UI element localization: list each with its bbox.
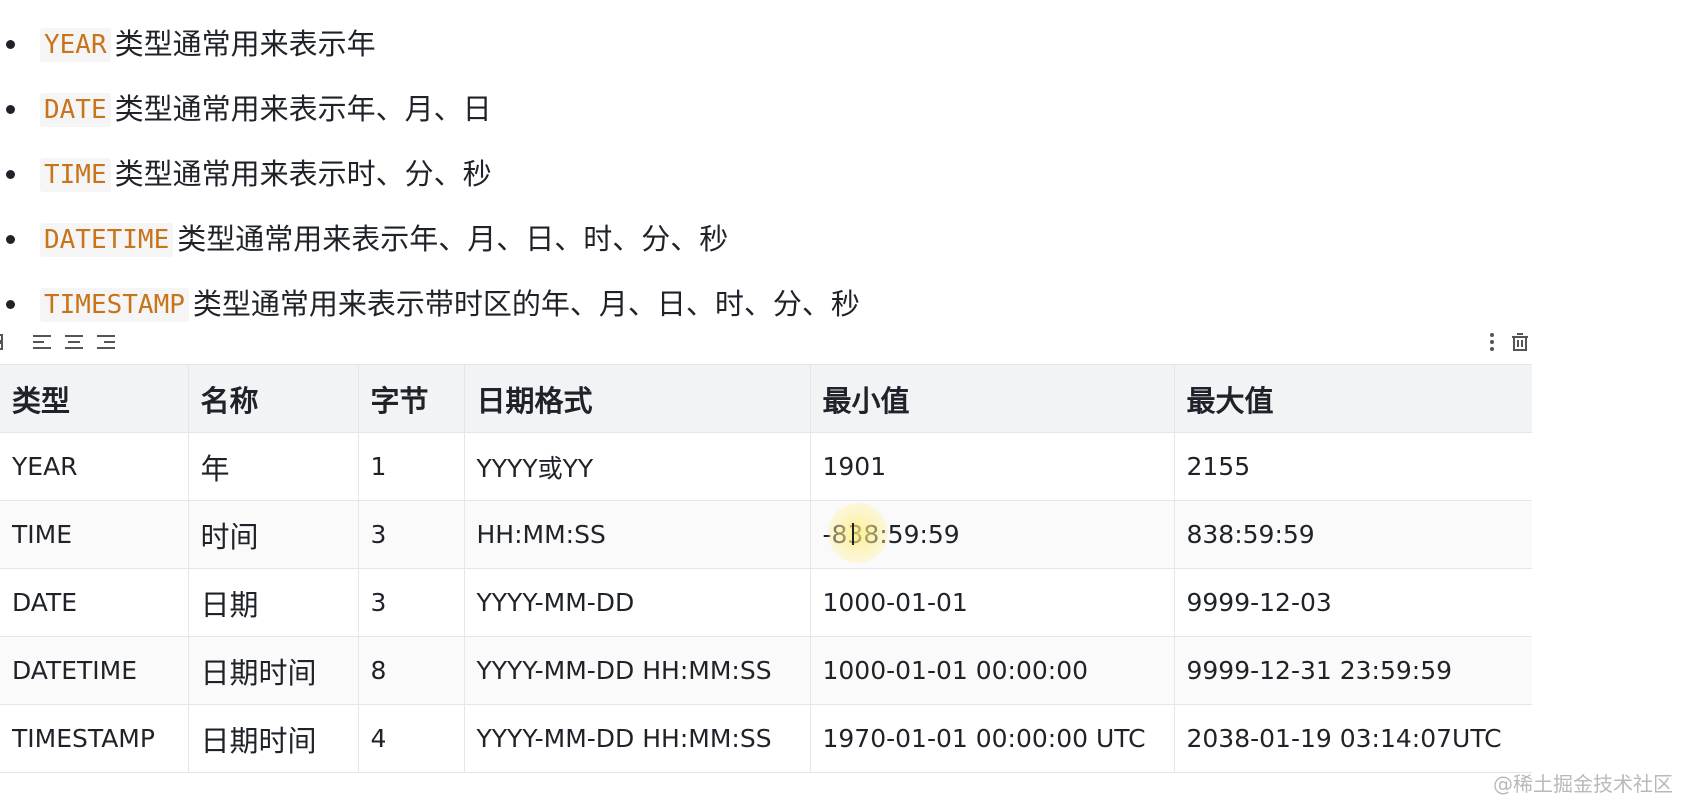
column-header[interactable]: 日期格式 — [464, 364, 811, 433]
inline-code: DATE — [40, 92, 111, 127]
table-row: DATETIME 日期时间 8 YYYY-MM-DD HH:MM:SS 1000… — [0, 636, 1532, 705]
table-cell[interactable]: TIME — [0, 500, 189, 569]
data-table-wrapper: 类型 名称 字节 日期格式 最小值 最大值 YEAR 年 1 YYYY或YY 1… — [0, 364, 1540, 773]
bullet-text: 类型通常用来表示带时区的年、月、日、时、分、秒 — [192, 287, 860, 321]
inline-code: YEAR — [40, 27, 111, 62]
document-page: YEAR 类型通常用来表示年 DATE 类型通常用来表示年、月、日 TIME 类… — [0, 0, 1687, 803]
table-cell[interactable]: 838:59:59 — [1174, 500, 1532, 569]
column-header[interactable]: 最小值 — [810, 364, 1175, 433]
bullet-item: YEAR 类型通常用来表示年 — [0, 12, 860, 77]
column-header[interactable]: 字节 — [358, 364, 465, 433]
table-row: TIMESTAMP 日期时间 4 YYYY-MM-DD HH:MM:SS 197… — [0, 704, 1532, 773]
bullet-text: 类型通常用来表示年、月、日 — [114, 92, 492, 126]
more-vertical-icon[interactable] — [1480, 330, 1504, 354]
align-center-icon[interactable] — [62, 330, 86, 354]
table-cell[interactable]: 8 — [358, 636, 465, 705]
bullet-dot — [6, 170, 15, 179]
table-cell[interactable]: YYYY-MM-DD HH:MM:SS — [464, 636, 811, 705]
bullet-item: DATE 类型通常用来表示年、月、日 — [0, 77, 860, 142]
table-cell[interactable]: 1 — [358, 432, 465, 501]
table-cell[interactable]: 年 — [188, 432, 359, 501]
bullet-list: YEAR 类型通常用来表示年 DATE 类型通常用来表示年、月、日 TIME 类… — [0, 12, 860, 337]
table-row: YEAR 年 1 YYYY或YY 1901 2155 — [0, 432, 1532, 501]
watermark: @稀土掘金技术社区 — [1493, 772, 1673, 796]
bullet-item: TIME 类型通常用来表示时、分、秒 — [0, 142, 860, 207]
table-cell[interactable]: 4 — [358, 704, 465, 773]
bullet-dot — [6, 300, 15, 309]
table-cell[interactable]: 9999-12-03 — [1174, 568, 1532, 637]
inline-code: TIMESTAMP — [40, 287, 189, 322]
table-cell[interactable]: 3 — [358, 568, 465, 637]
table-cell[interactable]: DATETIME — [0, 636, 189, 705]
bullet-item: TIMESTAMP 类型通常用来表示带时区的年、月、日、时、分、秒 — [0, 272, 860, 337]
bullet-text: 类型通常用来表示年 — [114, 27, 376, 61]
table-cell[interactable]: 2155 — [1174, 432, 1532, 501]
bullet-item: DATETIME 类型通常用来表示年、月、日、时、分、秒 — [0, 207, 860, 272]
table-cell[interactable]: 日期时间 — [188, 704, 359, 773]
table-cell[interactable]: YYYY-MM-DD — [464, 568, 811, 637]
table-cell[interactable]: 日期时间 — [188, 636, 359, 705]
table-cell[interactable]: YYYY或YY — [464, 432, 811, 501]
table-header-row: 类型 名称 字节 日期格式 最小值 最大值 — [0, 364, 1532, 433]
table-cell[interactable]: -838:59:59 — [810, 500, 1175, 569]
inline-code: DATETIME — [40, 222, 174, 257]
bullet-dot — [6, 105, 15, 114]
bullet-dot — [6, 40, 15, 49]
date-types-table: 类型 名称 字节 日期格式 最小值 最大值 YEAR 年 1 YYYY或YY 1… — [0, 364, 1532, 773]
align-right-icon[interactable] — [94, 330, 118, 354]
table-row: DATE 日期 3 YYYY-MM-DD 1000-01-01 9999-12-… — [0, 568, 1532, 637]
table-grid-icon[interactable] — [0, 330, 16, 354]
table-cell[interactable]: 9999-12-31 23:59:59 — [1174, 636, 1532, 705]
bullet-dot — [6, 235, 15, 244]
table-cell[interactable]: 1000-01-01 00:00:00 — [810, 636, 1175, 705]
table-cell[interactable]: 1901 — [810, 432, 1175, 501]
table-cell[interactable]: 3 — [358, 500, 465, 569]
table-cell[interactable]: 1000-01-01 — [810, 568, 1175, 637]
column-header[interactable]: 最大值 — [1174, 364, 1532, 433]
table-cell[interactable]: YYYY-MM-DD HH:MM:SS — [464, 704, 811, 773]
column-header[interactable]: 类型 — [0, 364, 189, 433]
table-cell[interactable]: TIMESTAMP — [0, 704, 189, 773]
table-cell[interactable]: HH:MM:SS — [464, 500, 811, 569]
inline-code: TIME — [40, 157, 111, 192]
table-row: TIME 时间 3 HH:MM:SS -838:59:59 838:59:59 — [0, 500, 1532, 569]
table-cell[interactable]: 时间 — [188, 500, 359, 569]
table-cell[interactable]: DATE — [0, 568, 189, 637]
column-header[interactable]: 名称 — [188, 364, 359, 433]
table-cell[interactable]: YEAR — [0, 432, 189, 501]
bullet-text: 类型通常用来表示时、分、秒 — [114, 157, 492, 191]
trash-icon[interactable] — [1508, 330, 1532, 354]
bullet-text: 类型通常用来表示年、月、日、时、分、秒 — [177, 222, 729, 256]
table-toolbar — [0, 330, 1540, 356]
table-cell[interactable]: 2038-01-19 03:14:07UTC — [1174, 704, 1532, 773]
align-left-icon[interactable] — [30, 330, 54, 354]
table-cell[interactable]: 日期 — [188, 568, 359, 637]
table-cell[interactable]: 1970-01-01 00:00:00 UTC — [810, 704, 1175, 773]
